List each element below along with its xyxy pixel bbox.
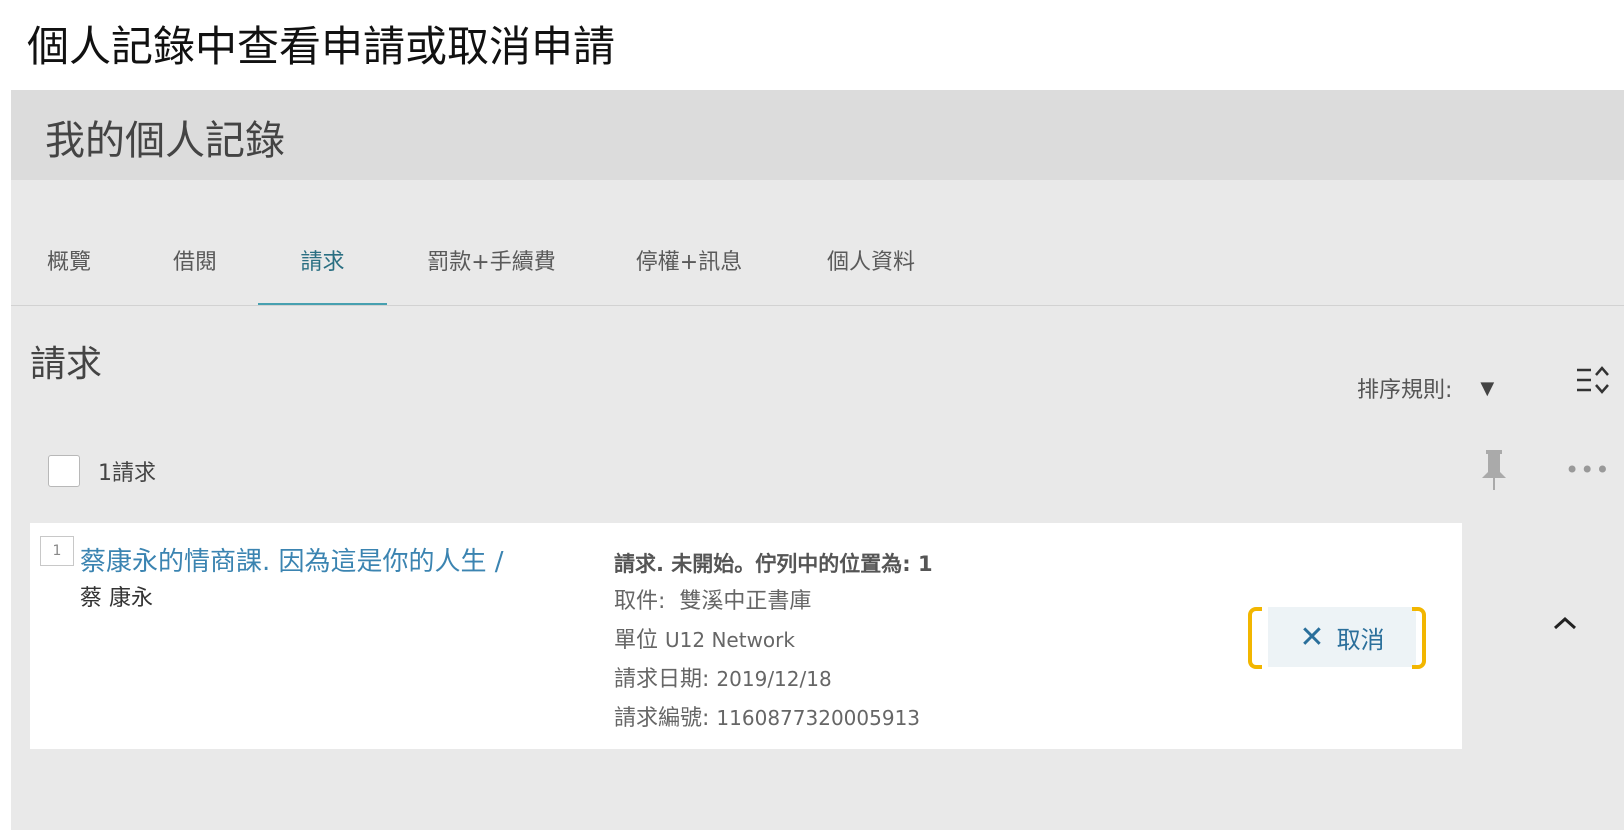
- request-id: 請求編號: 1160877320005913: [614, 699, 933, 738]
- request-unit: 單位 U12 Network: [614, 621, 933, 660]
- page-title: 我的個人記錄: [45, 118, 285, 164]
- pickup-value: 雙溪中正書庫: [679, 589, 812, 614]
- tabs-divider: [11, 305, 1624, 306]
- id-label: 請求編號:: [614, 706, 710, 731]
- request-date: 請求日期: 2019/12/18: [614, 660, 933, 699]
- tab-loans[interactable]: 借閱: [169, 240, 221, 306]
- date-value: 2019/12/18: [716, 667, 832, 691]
- unit-label: 單位: [614, 628, 659, 653]
- cancel-request-button[interactable]: ✕ 取消: [1268, 607, 1416, 667]
- tab-personal-details[interactable]: 個人資料: [821, 240, 921, 306]
- tab-overview[interactable]: 概覽: [45, 240, 93, 306]
- sort-order-icon[interactable]: [1574, 362, 1612, 398]
- pickup-label: 取件:: [614, 589, 666, 614]
- dropdown-caret-icon: ▼: [1480, 377, 1495, 399]
- unit-value: U12 Network: [665, 628, 795, 652]
- sort-label: 排序規則:: [1357, 378, 1453, 403]
- request-item: 1 蔡康永的情商課. 因為這是你的人生 / 蔡 康永 請求. 未開始。佇列中的位…: [30, 523, 1462, 749]
- item-author: 蔡 康永: [80, 586, 153, 611]
- request-details: 請求. 未開始。佇列中的位置為: 1 取件: 雙溪中正書庫 單位 U12 Net…: [614, 545, 933, 738]
- highlight-bracket-left: [1248, 607, 1262, 669]
- sort-dropdown[interactable]: 排序規則: ▼: [1357, 372, 1494, 404]
- my-account-panel: 我的個人記錄 概覽 借閱 請求 罰款+手續費 停權+訊息 個人資料 請求 排序規…: [11, 90, 1624, 830]
- request-count: 1請求: [98, 461, 156, 486]
- select-all-checkbox[interactable]: [48, 455, 80, 487]
- cancel-highlight: ✕ 取消: [1248, 607, 1426, 669]
- page-header: 我的個人記錄: [11, 90, 1624, 180]
- item-index: 1: [40, 536, 74, 566]
- slide-title: 個人記錄中查看申請或取消申請: [27, 22, 616, 71]
- tab-fines-fees[interactable]: 罰款+手續費: [424, 240, 559, 306]
- close-icon: ✕: [1299, 619, 1325, 655]
- highlight-bracket-right: [1412, 607, 1426, 669]
- select-all-row: 1請求: [48, 455, 156, 487]
- date-label: 請求日期:: [614, 667, 710, 692]
- tab-blocks-messages[interactable]: 停權+訊息: [633, 240, 745, 306]
- chevron-up-icon[interactable]: [1547, 605, 1583, 641]
- request-status: 請求. 未開始。佇列中的位置為: 1: [614, 552, 933, 576]
- more-icon[interactable]: •••: [1565, 456, 1610, 484]
- cancel-label: 取消: [1336, 625, 1385, 654]
- pickup-location: 取件: 雙溪中正書庫: [614, 583, 933, 621]
- tab-requests[interactable]: 請求: [258, 240, 387, 306]
- pin-icon[interactable]: [1479, 448, 1509, 492]
- item-title-link[interactable]: 蔡康永的情商課. 因為這是你的人生 /: [80, 541, 504, 578]
- id-value: 1160877320005913: [716, 706, 921, 730]
- section-title: 請求: [30, 344, 103, 385]
